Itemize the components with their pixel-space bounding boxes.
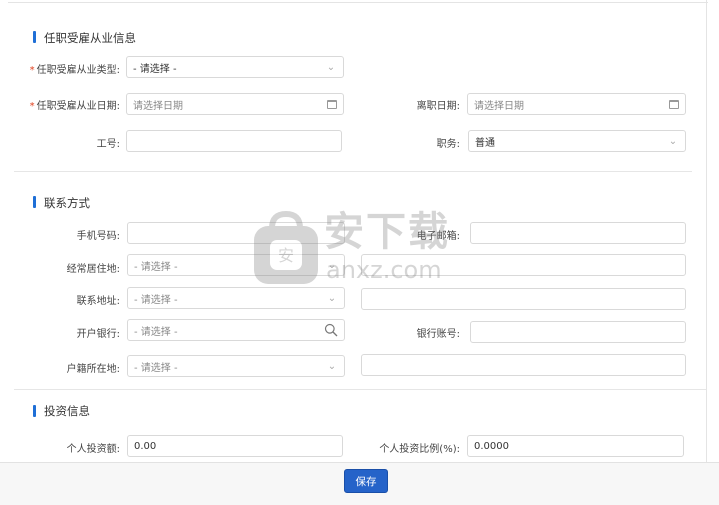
search-icon[interactable] bbox=[324, 323, 338, 337]
job-number-label: 工号: bbox=[96, 139, 120, 150]
investment-amount-input[interactable]: 0.00 bbox=[127, 435, 343, 457]
account-input[interactable] bbox=[470, 321, 686, 343]
chevron-down-icon: ⌄ bbox=[327, 292, 337, 304]
section-marker bbox=[33, 196, 36, 208]
leave-date-label: 离职日期: bbox=[416, 101, 460, 112]
watermark-domain: anxz.com bbox=[326, 256, 442, 284]
email-input[interactable] bbox=[470, 222, 686, 244]
section-divider bbox=[14, 389, 706, 390]
address-detail-input[interactable] bbox=[361, 288, 686, 310]
position-select[interactable]: 普通 ⌄ bbox=[468, 130, 686, 152]
account-label: 银行账号: bbox=[416, 329, 460, 340]
address-label: 联系地址: bbox=[76, 296, 120, 307]
calendar-icon bbox=[327, 99, 337, 109]
save-button[interactable]: 保存 bbox=[344, 469, 388, 493]
calendar-icon bbox=[669, 99, 679, 109]
chevron-down-icon: ⌄ bbox=[327, 360, 337, 372]
required-mark: * bbox=[29, 101, 35, 112]
address-select[interactable]: - 请选择 - ⌄ bbox=[127, 287, 345, 309]
svg-text:安: 安 bbox=[278, 246, 294, 265]
investment-ratio-label: 个人投资比例(%): bbox=[379, 444, 460, 455]
bank-label: 开户银行: bbox=[76, 329, 120, 340]
bank-select[interactable]: - 请选择 - bbox=[127, 319, 345, 341]
section-divider bbox=[14, 171, 692, 172]
employment-date-field[interactable]: 请选择日期 bbox=[126, 93, 344, 115]
job-number-input[interactable] bbox=[126, 130, 342, 152]
section-title-employment: 任职受雇从业信息 bbox=[44, 31, 136, 45]
employment-type-label: * 任职受雇从业类型: bbox=[29, 65, 120, 76]
hukou-select[interactable]: - 请选择 - ⌄ bbox=[127, 355, 345, 377]
top-divider bbox=[8, 2, 708, 3]
hukou-label: 户籍所在地: bbox=[66, 364, 120, 375]
hukou-detail-input[interactable] bbox=[361, 354, 686, 376]
watermark-text: 安下载 bbox=[324, 209, 450, 255]
residence-label: 经常居住地: bbox=[66, 264, 120, 275]
leave-date-field[interactable]: 请选择日期 bbox=[467, 93, 686, 115]
section-title-investment: 投资信息 bbox=[44, 404, 90, 418]
chevron-down-icon: ⌄ bbox=[326, 61, 336, 73]
investment-ratio-input[interactable]: 0.0000 bbox=[467, 435, 684, 457]
required-mark: * bbox=[29, 65, 35, 76]
section-title-contact: 联系方式 bbox=[44, 196, 90, 210]
section-marker bbox=[33, 31, 36, 43]
chevron-down-icon: ⌄ bbox=[668, 135, 678, 147]
section-marker bbox=[33, 405, 36, 417]
phone-label: 手机号码: bbox=[76, 231, 120, 242]
position-label: 职务: bbox=[436, 139, 460, 150]
investment-amount-label: 个人投资额: bbox=[66, 444, 120, 455]
employment-type-select[interactable]: - 请选择 - ⌄ bbox=[126, 56, 344, 78]
right-border bbox=[706, 0, 707, 462]
employment-date-label: * 任职受雇从业日期: bbox=[29, 101, 120, 112]
watermark-logo: 安 bbox=[250, 208, 322, 288]
